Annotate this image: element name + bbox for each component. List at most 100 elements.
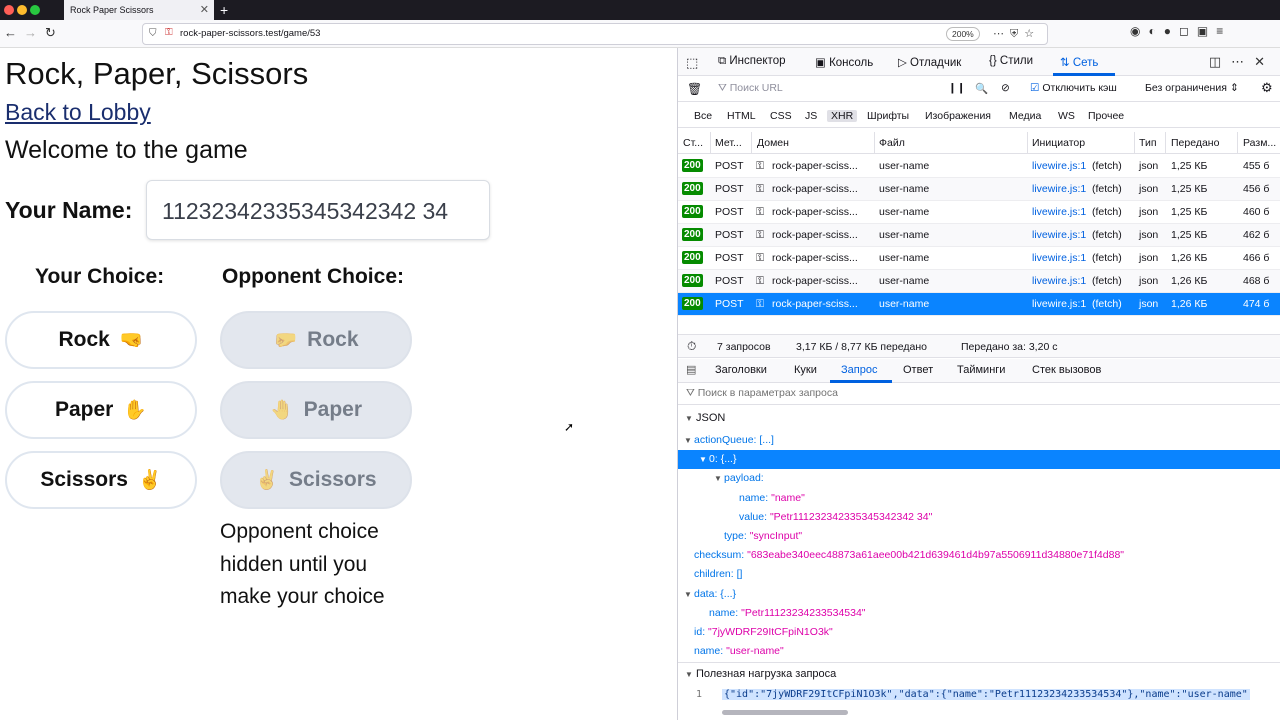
json-tree-node[interactable]: ▼ data: {...} <box>678 585 1280 604</box>
tab-headers[interactable]: Заголовки <box>715 364 767 376</box>
type-ws[interactable]: WS <box>1054 110 1079 122</box>
tab-network[interactable]: ⇅ Сеть <box>1060 55 1098 69</box>
file-cell: user-name <box>879 275 930 287</box>
col-method[interactable]: Мет... <box>715 137 742 149</box>
rock-button[interactable]: Rock 🤜 <box>5 311 197 369</box>
initiator-link[interactable]: livewire.js:1 <box>1032 298 1086 310</box>
json-tree-node[interactable]: value: "Petr111232342335345342342 34" <box>678 508 1280 527</box>
type-fonts[interactable]: Шрифты <box>863 110 913 122</box>
devtools-menu-icons[interactable]: ◫⋯✕ <box>1209 54 1275 70</box>
zoom-level[interactable]: 200% <box>946 27 980 41</box>
throttling-select[interactable]: Без ограничения ⇕ <box>1145 82 1239 94</box>
trash-icon[interactable]: 🗑 <box>687 82 702 96</box>
reload-icon[interactable]: ↻ <box>45 25 56 41</box>
payload-text[interactable]: {"id":"7jyWDRF29ItCFpiN1O3k","data":{"na… <box>722 689 1250 700</box>
type-css[interactable]: CSS <box>766 110 796 122</box>
sidebar-toggle-icon[interactable]: ▤ <box>686 363 696 376</box>
maximize-window-button[interactable] <box>30 5 40 15</box>
gear-icon[interactable]: ⚙ <box>1261 80 1273 96</box>
tab-cookies[interactable]: Куки <box>794 364 817 376</box>
request-row[interactable]: 200 POST ⚿ rock-paper-sciss... user-name live… <box>678 155 1280 178</box>
disable-cache-checkbox[interactable]: ☑ Отключить кэш <box>1030 82 1117 94</box>
type-js[interactable]: JS <box>801 110 821 122</box>
close-window-button[interactable] <box>4 5 14 15</box>
tab-debugger[interactable]: ▷ Отладчик <box>898 55 961 69</box>
new-tab-icon[interactable]: + <box>220 0 228 20</box>
insecure-lock-icon[interactable]: ⚿ <box>165 27 173 38</box>
type-images[interactable]: Изображения <box>921 110 995 122</box>
horizontal-scrollbar[interactable] <box>722 710 848 715</box>
type-all[interactable]: Все <box>690 110 716 122</box>
col-status[interactable]: Ст... <box>683 137 703 149</box>
expand-arrow-icon[interactable]: ▼ <box>684 590 694 599</box>
filter-url-input[interactable]: ⛛ Поиск URL <box>718 82 783 95</box>
initiator-link[interactable]: livewire.js:1 <box>1032 275 1086 287</box>
welcome-text: Welcome to the game <box>5 136 248 164</box>
page-actions-icons[interactable]: ⋯⛨☆ <box>993 27 1040 41</box>
close-tab-icon[interactable]: ✕ <box>200 3 209 16</box>
search-icon[interactable]: 🔍 <box>975 82 988 95</box>
json-tree-node[interactable]: name: "Petr11123234233534534" <box>678 604 1280 623</box>
pause-icon[interactable]: ❙❙ <box>948 82 966 94</box>
json-tree-node[interactable]: id: "7jyWDRF29ItCFpiN1O3k" <box>678 623 1280 642</box>
initiator-link[interactable]: livewire.js:1 <box>1032 206 1086 218</box>
back-icon[interactable]: ← <box>4 25 17 41</box>
url-bar[interactable]: ⛉ ⚿ rock-paper-scissors.test/game/53 200… <box>142 23 1048 45</box>
initiator-link[interactable]: livewire.js:1 <box>1032 252 1086 264</box>
json-tree-node[interactable]: name: "user-name" <box>678 642 1280 661</box>
col-initiator[interactable]: Инициатор <box>1032 137 1085 149</box>
initiator-link[interactable]: livewire.js:1 <box>1032 160 1086 172</box>
paper-button[interactable]: Paper ✋ <box>5 381 197 439</box>
tab-stack-trace[interactable]: Стек вызовов <box>1032 364 1101 376</box>
element-picker-icon[interactable]: ⬚ <box>686 55 698 71</box>
json-tree-node[interactable]: ▼ 0: {...} <box>678 450 1280 470</box>
request-row[interactable]: 200 POST ⚿ rock-paper-sciss... user-name live… <box>678 178 1280 201</box>
toolbar-extension-icons[interactable]: ◉◐●◻▣≡ <box>1130 24 1231 38</box>
type-media[interactable]: Медиа <box>1005 110 1045 122</box>
tab-response[interactable]: Ответ <box>903 364 933 376</box>
back-to-lobby-link[interactable]: Back to Lobby <box>5 99 151 126</box>
json-section-header[interactable]: ▼ JSON <box>678 408 1280 430</box>
request-row[interactable]: 200 POST ⚿ rock-paper-sciss... user-name live… <box>678 224 1280 247</box>
col-domain[interactable]: Домен <box>757 137 789 149</box>
name-input[interactable]: 11232342335345342342 34 <box>146 180 490 240</box>
initiator-link[interactable]: livewire.js:1 <box>1032 183 1086 195</box>
param-filter-input[interactable]: ⛛ Поиск в параметрах запроса <box>678 383 1280 405</box>
request-row[interactable]: 200 POST ⚿ rock-paper-sciss... user-name live… <box>678 293 1280 316</box>
minimize-window-button[interactable] <box>17 5 27 15</box>
request-row[interactable]: 200 POST ⚿ rock-paper-sciss... user-name live… <box>678 247 1280 270</box>
payload-section-header[interactable]: ▼ Полезная нагрузка запроса <box>678 662 1280 684</box>
json-tree-node[interactable]: name: "name" <box>678 489 1280 508</box>
url-text[interactable]: rock-paper-scissors.test/game/53 <box>180 28 320 39</box>
col-file[interactable]: Файл <box>879 137 905 149</box>
initiator-suffix: (fetch) <box>1092 275 1122 287</box>
tab-console[interactable]: ▣ Консоль <box>815 55 873 69</box>
initiator-link[interactable]: livewire.js:1 <box>1032 229 1086 241</box>
request-row[interactable]: 200 POST ⚿ rock-paper-sciss... user-name live… <box>678 270 1280 293</box>
forward-icon[interactable]: → <box>24 25 37 41</box>
json-tree-node[interactable]: ▼ payload: <box>678 469 1280 488</box>
tab-timings[interactable]: Тайминги <box>957 364 1005 376</box>
tab-request[interactable]: Запрос <box>841 364 877 376</box>
tab-inspector[interactable]: ⧉ Инспектор <box>718 55 786 68</box>
json-tree-node[interactable]: ▼ actionQueue: [...] <box>678 431 1280 450</box>
tab-styles[interactable]: {} Стили <box>989 55 1033 67</box>
shield-icon[interactable]: ⛉ <box>149 28 157 39</box>
expand-arrow-icon[interactable]: ▼ <box>684 436 694 445</box>
type-html[interactable]: HTML <box>723 110 760 122</box>
expand-arrow-icon[interactable]: ▼ <box>714 474 724 483</box>
json-tree-node[interactable]: checksum: "683eabe340eec48873a61aee00b42… <box>678 546 1280 565</box>
browser-tab[interactable]: Rock Paper Scissors ✕ <box>64 0 214 20</box>
scissors-button[interactable]: Scissors ✌️ <box>5 451 197 509</box>
col-type[interactable]: Тип <box>1139 137 1157 149</box>
json-tree-node[interactable]: type: "syncInput" <box>678 527 1280 546</box>
json-tree-node[interactable]: children: [] <box>678 565 1280 584</box>
type-xhr[interactable]: XHR <box>827 110 858 122</box>
col-size[interactable]: Разм... <box>1243 137 1276 149</box>
type-other[interactable]: Прочее <box>1084 110 1128 122</box>
victory-hand-icon: ✌️ <box>137 470 162 491</box>
block-icon[interactable]: ⊘ <box>1001 82 1010 94</box>
expand-arrow-icon[interactable]: ▼ <box>699 455 709 464</box>
request-row[interactable]: 200 POST ⚿ rock-paper-sciss... user-name live… <box>678 201 1280 224</box>
col-transferred[interactable]: Передано <box>1171 137 1219 149</box>
